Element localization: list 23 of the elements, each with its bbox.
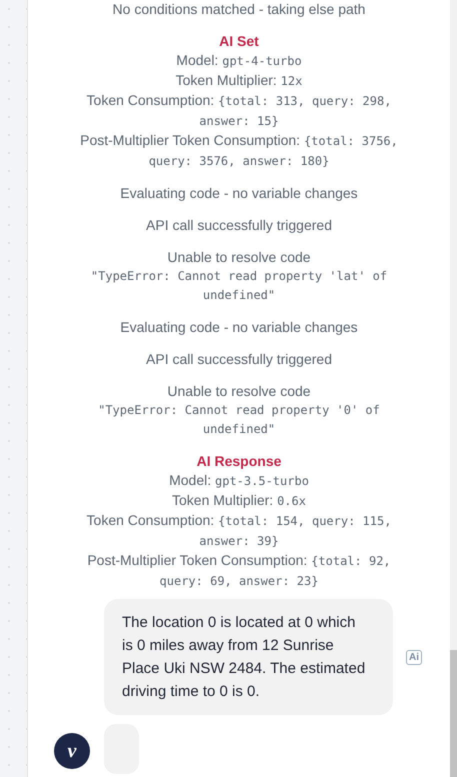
log-message: No conditions matched - taking else path bbox=[112, 0, 366, 19]
log-detail: Model: gpt-3.5-turbo bbox=[169, 471, 309, 490]
chat-message: The location 0 is located at 0 which is 0 miles away from 12 Sunrise Place Uki NSW 2484. The estimated driving time to 0 is 0. bbox=[122, 613, 366, 702]
log-message: API call successfully triggered bbox=[145, 216, 333, 235]
error-code: "TypeError: Cannot read property '0' of undefined" bbox=[97, 402, 381, 438]
log-message: Unable to resolve code bbox=[167, 382, 311, 401]
log-title: AI Set bbox=[219, 32, 259, 51]
log-message: Evaluating code - no variable changes bbox=[119, 184, 359, 203]
log-detail: Token Consumption: {total: 154, query: 115, answer: 39} bbox=[86, 511, 392, 550]
log-message: API call successfully triggered bbox=[145, 350, 333, 369]
log-message: Evaluating code - no variable changes bbox=[119, 318, 359, 337]
log-detail: Model: gpt-4-turbo bbox=[176, 51, 302, 70]
log-detail: Token Consumption: {total: 313, query: 298, answer: 15} bbox=[86, 91, 392, 130]
log-title: AI Response bbox=[196, 452, 282, 471]
log-message: Unable to resolve code bbox=[167, 248, 311, 267]
log-detail: Token Multiplier: 0.6x bbox=[172, 491, 306, 510]
log-detail: Post-Multiplier Token Consumption: {total: 3756, query: 3576, answer: 180} bbox=[79, 131, 399, 170]
log-detail: Post-Multiplier Token Consumption: {total: 92, query: 69, answer: 23} bbox=[86, 551, 392, 590]
log-detail: Token Multiplier: 12x bbox=[176, 71, 302, 90]
avatar: v bbox=[54, 733, 90, 769]
ai-badge: Ai bbox=[406, 650, 422, 664]
scrollbar-thumb[interactable] bbox=[450, 650, 457, 777]
error-code: "TypeError: Cannot read property 'lat' of undefined" bbox=[90, 268, 388, 304]
